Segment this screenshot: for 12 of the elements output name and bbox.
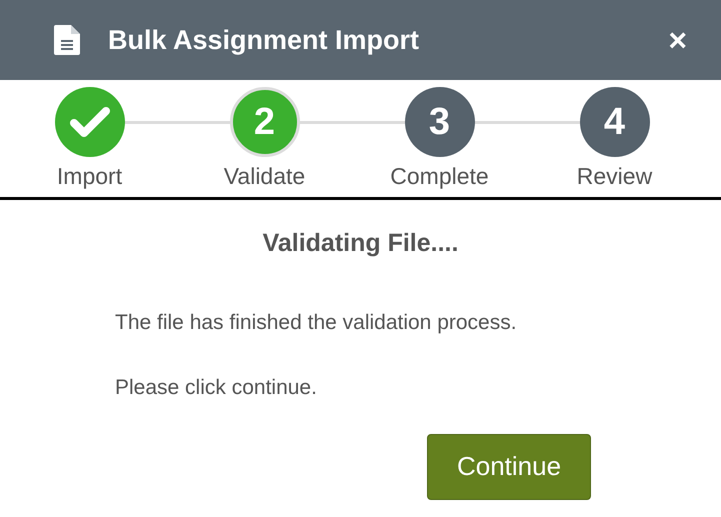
check-icon — [70, 106, 110, 138]
continue-button[interactable]: Continue — [427, 434, 591, 500]
message-text: The file has finished the validation process. — [115, 310, 518, 336]
dialog-title: Bulk Assignment Import — [108, 24, 420, 57]
message-text: Please click continue. — [115, 375, 318, 401]
step-label: Review — [576, 162, 652, 191]
step-label: Complete — [390, 162, 489, 191]
step-label: Validate — [224, 162, 306, 191]
document-icon — [54, 25, 80, 55]
close-button[interactable]: × — [668, 24, 687, 56]
step-label: Import — [56, 162, 122, 191]
heading: Validating File.... — [262, 228, 458, 259]
